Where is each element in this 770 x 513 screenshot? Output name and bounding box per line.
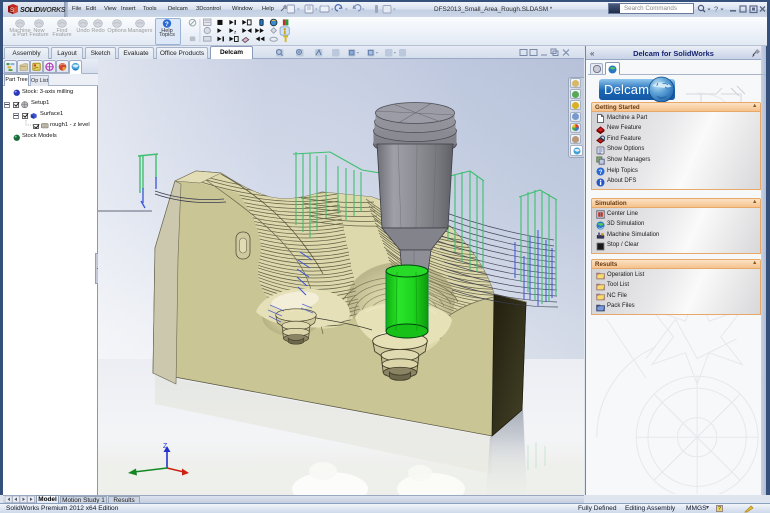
svg-text:z: z	[234, 30, 237, 35]
svg-text:?: ?	[599, 170, 603, 176]
svg-text:?: ?	[165, 21, 169, 28]
svg-text:Z: Z	[163, 443, 168, 450]
svg-text:S: S	[10, 8, 14, 14]
svg-text:?: ?	[714, 5, 718, 14]
